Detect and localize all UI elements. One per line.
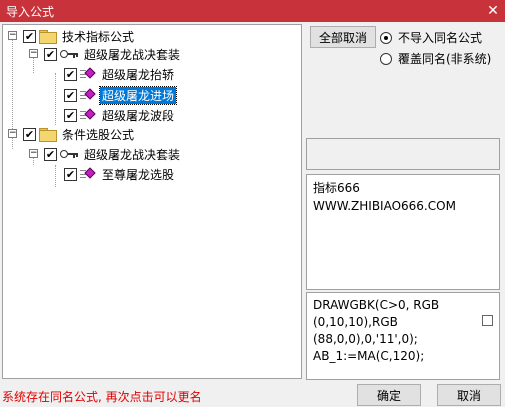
tree-line: [55, 73, 56, 125]
tree-node-label: 条件选股公式: [62, 127, 135, 142]
checkbox[interactable]: [482, 315, 493, 326]
formula-icon: [80, 108, 96, 122]
checkbox[interactable]: ✔: [64, 167, 77, 181]
checkbox[interactable]: ✔: [64, 67, 77, 81]
ok-button[interactable]: 确定: [357, 384, 421, 406]
tree-node-label: 技术指标公式: [62, 29, 135, 44]
code-line: DRAWGBK(C>0, RGB: [313, 298, 440, 312]
code-line: (88,0,0),0,'11',0);: [313, 332, 418, 346]
radio-button[interactable]: [380, 31, 392, 44]
tree-item-label: 超级屠龙抬轿: [102, 67, 175, 82]
tree-node-group[interactable]: ✔ 超级屠龙战决套装: [44, 145, 182, 163]
tree-node-root[interactable]: ✔ 技术指标公式: [23, 27, 136, 45]
radio-button[interactable]: [380, 52, 392, 65]
radio-label: 覆盖同名(非系统): [398, 52, 492, 66]
tree-item[interactable]: ✔ 超级屠龙波段: [64, 106, 176, 124]
code-line: (0,10,10),RGB: [313, 315, 398, 329]
tree-item-label: 超级屠龙波段: [102, 108, 175, 123]
collapse-icon[interactable]: −: [8, 129, 17, 138]
description-line: 指标666: [313, 181, 360, 195]
tree-item[interactable]: ✔ 超级屠龙抬轿: [64, 65, 176, 83]
checkbox[interactable]: ✔: [44, 147, 57, 161]
formula-tree[interactable]: − ✔ 技术指标公式 − ✔ 超级屠龙战决套装 ✔ 超级屠龙抬轿 ✔ 超级屠龙进…: [2, 24, 302, 379]
checkbox[interactable]: ✔: [44, 47, 57, 61]
tree-item-label: 超级屠龙进场: [98, 85, 178, 105]
tree-node-group[interactable]: ✔ 超级屠龙战决套装: [44, 45, 182, 63]
status-message: 系统存在同名公式, 再次点击可以更名: [2, 390, 202, 404]
collapse-icon[interactable]: −: [8, 31, 17, 40]
formula-icon: [80, 67, 96, 81]
radio-overwrite[interactable]: 覆盖同名(非系统): [380, 50, 491, 67]
folder-icon: [39, 128, 57, 142]
tree-item[interactable]: ✔ 至尊屠龙选股: [64, 165, 176, 183]
cancel-button[interactable]: 取消: [437, 384, 501, 406]
code-line: AB_1:=MA(C,120);: [313, 349, 425, 363]
tree-line: [33, 57, 34, 73]
radio-skip-duplicate[interactable]: 不导入同名公式: [380, 29, 482, 46]
collapse-icon[interactable]: −: [29, 49, 38, 58]
cancel-all-button[interactable]: 全部取消: [310, 26, 376, 48]
checkbox[interactable]: ✔: [64, 108, 77, 122]
tree-node-label: 超级屠龙战决套装: [84, 147, 181, 162]
description-box[interactable]: 指标666 WWW.ZHIBIAO666.COM: [306, 174, 500, 290]
checkbox[interactable]: ✔: [23, 127, 36, 141]
tree-item-label: 至尊屠龙选股: [102, 167, 175, 182]
folder-icon: [39, 30, 57, 44]
collapse-icon[interactable]: −: [29, 149, 38, 158]
close-icon[interactable]: ✕: [485, 3, 501, 19]
window-title: 导入公式: [6, 4, 55, 19]
checkbox[interactable]: ✔: [64, 88, 77, 102]
formula-icon: [80, 88, 96, 102]
title-bar: 导入公式 ✕: [0, 0, 505, 22]
checkbox[interactable]: ✔: [23, 29, 36, 43]
description-line: WWW.ZHIBIAO666.COM: [313, 199, 456, 213]
tree-item-selected[interactable]: ✔ 超级屠龙进场: [64, 85, 178, 105]
info-panel: [306, 138, 500, 170]
tree-line: [55, 165, 56, 187]
tree-node-root[interactable]: ✔ 条件选股公式: [23, 125, 136, 143]
key-icon: [60, 49, 78, 59]
code-box[interactable]: DRAWGBK(C>0, RGB (0,10,10),RGB (88,0,0),…: [306, 292, 500, 380]
radio-label: 不导入同名公式: [398, 31, 483, 45]
formula-icon: [80, 167, 96, 181]
tree-node-label: 超级屠龙战决套装: [84, 47, 181, 62]
key-icon: [60, 149, 78, 159]
